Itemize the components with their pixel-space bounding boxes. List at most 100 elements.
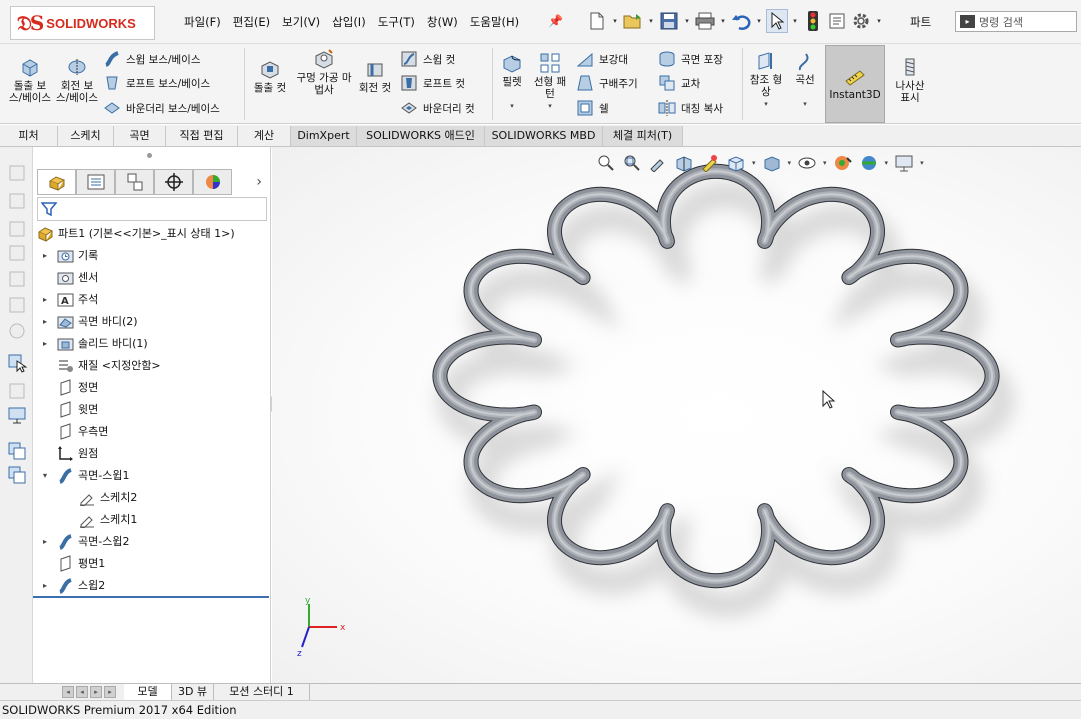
open-button[interactable]	[622, 9, 644, 33]
save-dropdown[interactable]: ▾	[682, 17, 692, 25]
zoom-to-area-icon[interactable]	[622, 154, 642, 172]
tab-motion-study[interactable]: 모션 스터디 1	[214, 684, 310, 700]
panel-tabs-more-icon[interactable]: ›	[232, 169, 262, 195]
undo-button[interactable]	[730, 9, 752, 33]
print-dropdown[interactable]: ▾	[718, 17, 728, 25]
fillet-dropdown[interactable]: ▾	[510, 100, 514, 112]
shell-button[interactable]: 쉘	[576, 99, 609, 117]
tree-node-14[interactable]: ▸ 곡면-스윕2	[43, 531, 129, 551]
tab-direct-editing[interactable]: 직접 편집	[166, 126, 238, 146]
section-view-icon[interactable]	[674, 154, 694, 172]
expand-arrow-icon[interactable]: ▸	[43, 339, 47, 348]
tab-dimxpert[interactable]: DimXpert	[291, 126, 357, 146]
expand-arrow-icon[interactable]: ▸	[43, 581, 47, 590]
tab-surfaces[interactable]: 곡면	[114, 126, 166, 146]
loft-cut-button[interactable]: 로프트 컷	[400, 74, 465, 92]
expand-arrow-icon[interactable]: ▸	[43, 251, 47, 260]
prev-tab-nav-icon[interactable]: ◂	[76, 686, 88, 698]
linear-pattern-button[interactable]: 선형 패턴 ▾	[530, 52, 570, 112]
tree-node-12[interactable]: 스케치2	[79, 487, 137, 507]
file-properties-button[interactable]	[826, 9, 848, 33]
extrude-boss-button[interactable]: 돌출 보스/베이스	[8, 56, 52, 104]
reference-geometry-dropdown[interactable]: ▾	[764, 98, 768, 110]
tree-node-8[interactable]: 윗면	[57, 399, 98, 419]
display-style-dropdown[interactable]: ▾	[788, 159, 792, 167]
command-search[interactable]: ▸ 명령 검색	[955, 11, 1077, 32]
tab-fastening-features[interactable]: 체결 피처(T)	[603, 126, 683, 146]
rail-edit-icon[interactable]	[7, 381, 27, 401]
swept-cut-button[interactable]: 스윕 컷	[400, 50, 455, 68]
view-orientation-icon[interactable]	[726, 154, 746, 172]
hide-show-dropdown[interactable]: ▾	[823, 159, 827, 167]
extrude-cut-button[interactable]: 돌출 컷	[250, 58, 290, 94]
new-dropdown[interactable]: ▾	[610, 17, 620, 25]
panel-grip-icon[interactable]	[147, 153, 152, 158]
rail-part-icon[interactable]	[7, 191, 27, 211]
tab-3d-views[interactable]: 3D 뷰	[172, 684, 214, 700]
solidworks-logo[interactable]: 𝔇S SOLIDWORKS	[10, 6, 155, 40]
select-button[interactable]	[766, 9, 788, 33]
tree-node-2[interactable]: 센서	[57, 267, 98, 287]
view-settings-icon[interactable]	[894, 154, 914, 172]
expand-arrow-icon[interactable]: ▸	[43, 317, 47, 326]
cosmetic-thread-display-button[interactable]: 나사산 표시	[890, 56, 930, 104]
graphics-area[interactable]: y x z	[272, 147, 1081, 683]
tab-sketch[interactable]: 스케치	[58, 126, 114, 146]
tab-solidworks-addins[interactable]: SOLIDWORKS 애드인	[357, 126, 485, 146]
menu-edit[interactable]: 편집(E)	[227, 14, 276, 30]
zoom-to-fit-icon[interactable]	[596, 154, 616, 172]
rail-part-icon[interactable]	[7, 243, 27, 263]
curves-button[interactable]: 곡선 ▾	[788, 50, 822, 110]
hide-show-items-icon[interactable]	[797, 154, 817, 172]
menu-help[interactable]: 도움말(H)	[464, 14, 525, 30]
tab-model[interactable]: 모델	[124, 684, 172, 700]
options-dropdown[interactable]: ▾	[874, 17, 884, 25]
tree-node-6[interactable]: 재질 <지정안함>	[57, 355, 161, 375]
tab-evaluate[interactable]: 계산	[238, 126, 291, 146]
tree-node-3[interactable]: ▸ A 주석	[43, 289, 98, 309]
tree-root-part[interactable]: 파트1 (기본<<기본>_표시 상태 1>)	[37, 223, 235, 243]
fillet-button[interactable]: 필렛 ▾	[497, 52, 527, 112]
rail-select-icon[interactable]	[7, 353, 27, 373]
curves-dropdown[interactable]: ▾	[803, 98, 807, 110]
wrap-button[interactable]: 곡면 포장	[658, 50, 723, 68]
rail-copy-icon[interactable]	[7, 465, 27, 485]
tree-node-11[interactable]: ▾ 곡면-스윕1	[43, 465, 129, 485]
tree-node-13[interactable]: 스케치1	[79, 509, 137, 529]
intersect-button[interactable]: 교차	[658, 74, 700, 92]
tree-node-16[interactable]: ▸ 스윕2	[43, 575, 105, 595]
undo-dropdown[interactable]: ▾	[754, 17, 764, 25]
edit-appearance-icon[interactable]	[833, 154, 853, 172]
tree-node-4[interactable]: ▸ 곡면 바디(2)	[43, 311, 138, 331]
revolve-boss-button[interactable]: 회전 보스/베이스	[55, 56, 99, 104]
open-dropdown[interactable]: ▾	[646, 17, 656, 25]
expand-arrow-icon[interactable]: ▸	[43, 295, 47, 304]
rebuild-button[interactable]	[802, 9, 824, 33]
dynamic-annotation-icon[interactable]	[700, 154, 720, 172]
tab-feature-manager[interactable]	[37, 169, 76, 195]
collapse-arrow-icon[interactable]: ▾	[43, 471, 47, 480]
tree-node-10[interactable]: 원점	[57, 443, 98, 463]
tree-node-9[interactable]: 우측면	[57, 421, 108, 441]
reference-geometry-button[interactable]: 참조 형상 ▾	[747, 50, 785, 110]
save-button[interactable]	[658, 9, 680, 33]
menu-window[interactable]: 창(W)	[421, 14, 464, 30]
tree-filter[interactable]	[37, 197, 267, 221]
swept-boss-button[interactable]: 스윕 보스/베이스	[103, 50, 201, 68]
rail-copy-icon[interactable]	[7, 441, 27, 461]
boundary-cut-button[interactable]: 바운더리 컷	[400, 99, 475, 117]
pattern-dropdown[interactable]: ▾	[548, 100, 552, 112]
tree-node-15[interactable]: 평면1	[57, 553, 105, 573]
tree-node-1[interactable]: ▸ 기록	[43, 245, 98, 265]
tab-dimxpert-manager[interactable]	[154, 169, 193, 195]
view-orientation-dropdown[interactable]: ▾	[752, 159, 756, 167]
first-tab-nav-icon[interactable]: ◂	[62, 686, 74, 698]
draft-button[interactable]: 구배주기	[576, 74, 638, 92]
print-button[interactable]	[694, 9, 716, 33]
boundary-boss-button[interactable]: 바운더리 보스/베이스	[103, 99, 220, 117]
tab-solidworks-mbd[interactable]: SOLIDWORKS MBD	[485, 126, 603, 146]
rollback-bar[interactable]	[33, 596, 269, 598]
options-button[interactable]	[850, 9, 872, 33]
menu-view[interactable]: 보기(V)	[276, 14, 326, 30]
rail-part-icon[interactable]	[7, 219, 27, 239]
